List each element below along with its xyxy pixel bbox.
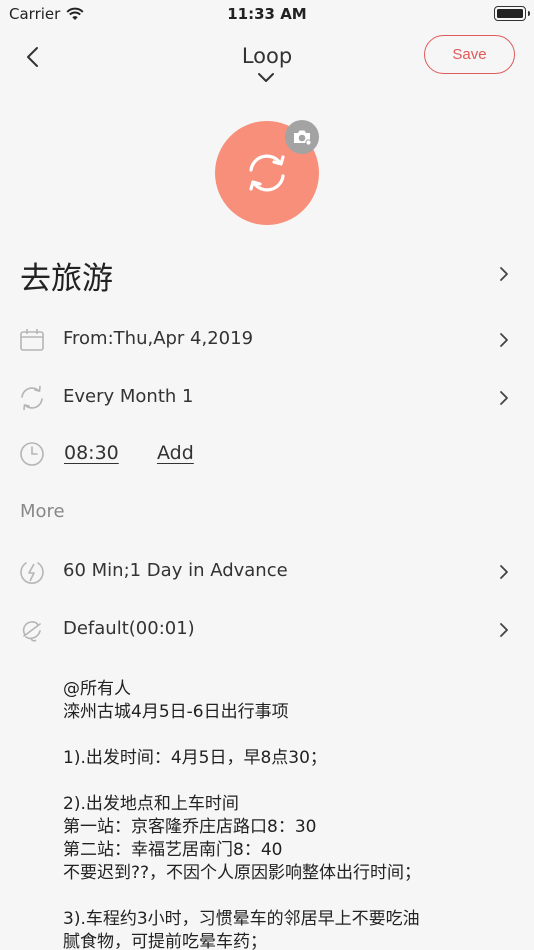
repeat-icon [249,154,285,192]
screen: Carrier 11:33 AM Loop Save 去旅游 From:Thu,… [0,0,534,950]
sound-row[interactable]: Default(00:01) [0,602,534,658]
note-line: 滦州古城4月5日-6日出行事项 [63,702,289,722]
sound-label: Default(00:01) [63,618,195,639]
chevron-right-icon [500,333,508,347]
note-line: 2).出发地点和上车时间 [63,794,239,814]
camera-icon [294,130,312,146]
advance-label: 60 Min;1 Day in Advance [63,560,288,581]
status-bar: Carrier 11:33 AM [0,0,534,28]
chevron-down-icon[interactable] [257,72,275,84]
note-line: 1).出发时间：4月5日，早8点30； [63,748,327,768]
note-text[interactable]: @所有人 滦州古城4月5日-6日出行事项 1).出发时间：4月5日，早8点30；… [63,678,513,950]
add-time-link[interactable]: Add [157,442,194,464]
chevron-right-icon [500,267,508,281]
date-row[interactable]: From:Thu,Apr 4,2019 [0,312,534,368]
calendar-icon [20,329,44,351]
time-value-link[interactable]: 08:30 [64,442,119,464]
event-title: 去旅游 [20,261,113,297]
bell-icon [22,621,41,642]
status-time: 11:33 AM [227,5,307,23]
note-line [63,724,513,747]
battery-icon [494,6,530,21]
note-line: 腻食物，可提前吃晕车药； [63,932,267,950]
nav-bar: Loop Save [0,30,534,90]
note-line: 第一站：京客隆乔庄店路口8：30 [63,817,317,837]
repeat-row[interactable]: Every Month 1 [0,370,534,426]
lightning-icon [20,562,44,584]
repeat-icon [21,385,43,411]
repeat-label: Every Month 1 [63,386,194,407]
chevron-right-icon [500,623,508,637]
note-line [63,770,513,793]
note-line [63,885,513,908]
chevron-right-icon [500,391,508,405]
advance-reminder-row[interactable]: 60 Min;1 Day in Advance [0,544,534,600]
date-label: From:Thu,Apr 4,2019 [63,328,254,349]
change-photo-button[interactable] [285,120,319,154]
note-line: @所有人 [63,679,131,699]
save-button[interactable]: Save [424,35,515,74]
note-line: 第二站：幸福艺居南门8：40 [63,840,283,860]
chevron-right-icon [500,565,508,579]
note-line: 不要迟到??，不因个人原因影响整体出行时间； [63,863,422,883]
clock-icon [20,442,44,466]
note-line: 3).车程约3小时，习惯晕车的邻居早上不要吃油 [63,909,420,929]
more-section-label: More [20,501,65,522]
